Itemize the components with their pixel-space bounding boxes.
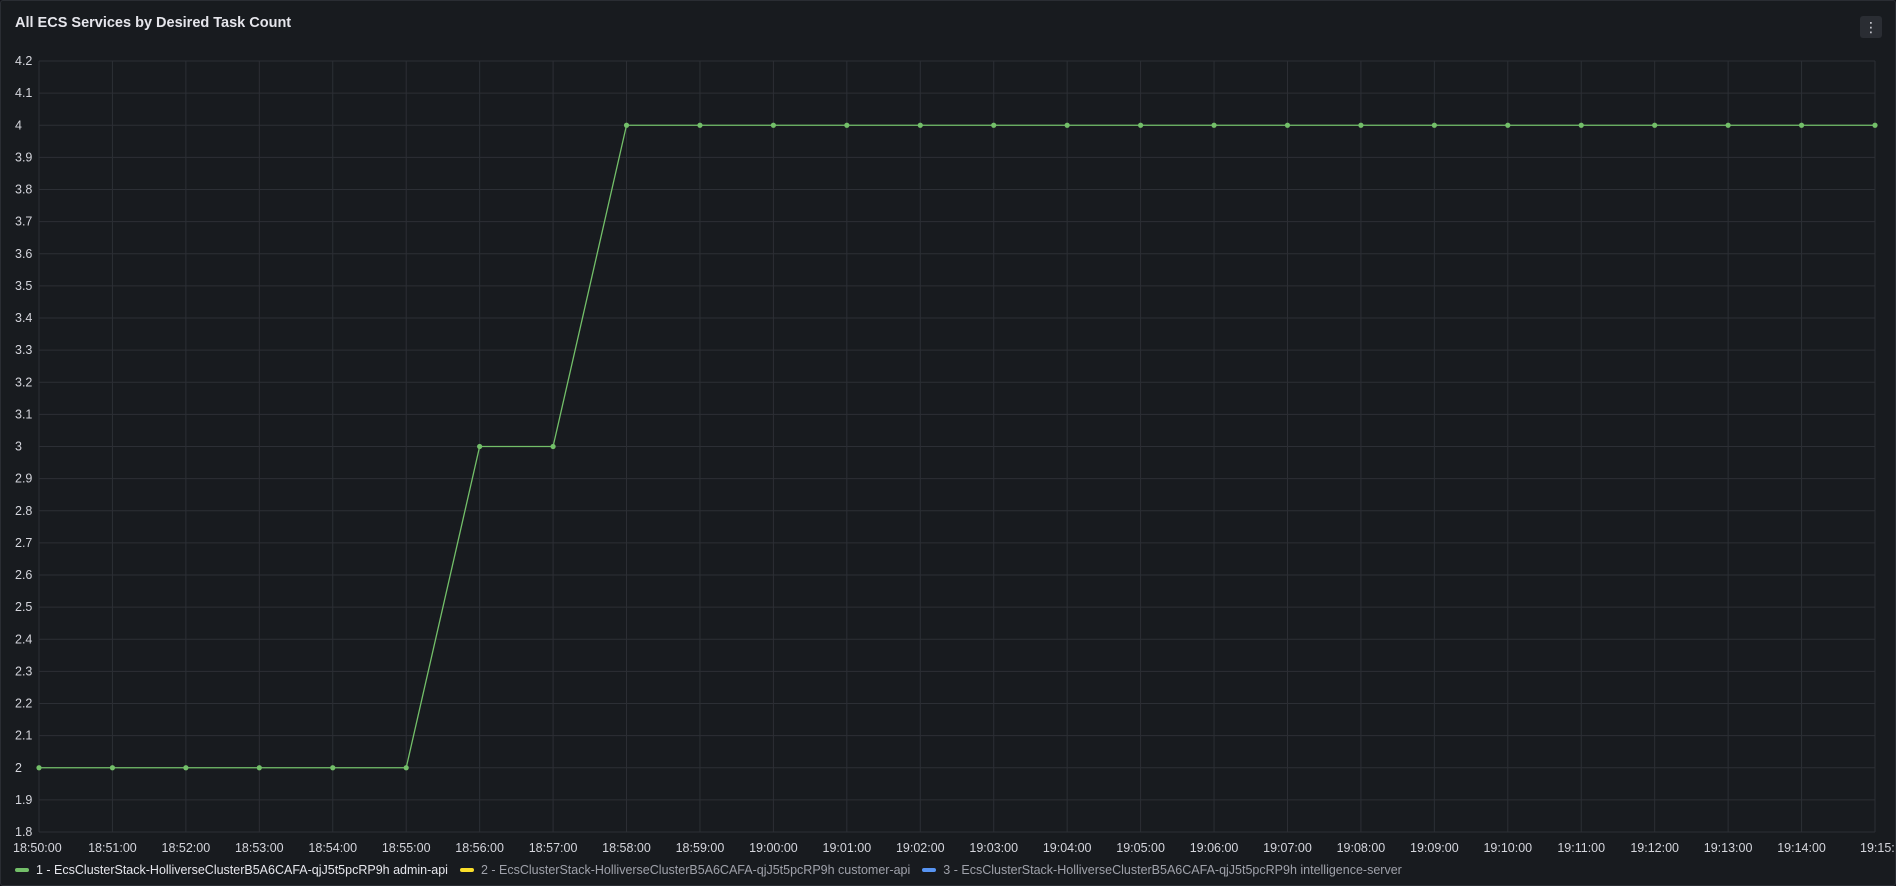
data-point (1358, 122, 1364, 128)
x-tick-label: 18:53:00 (235, 841, 284, 855)
legend-swatch-icon (459, 868, 474, 872)
y-tick-label: 2 (15, 761, 22, 775)
legend-swatch-icon (922, 868, 937, 872)
data-point (183, 765, 189, 771)
data-point (1064, 122, 1070, 128)
data-point (1872, 122, 1878, 128)
x-tick-label: 19:03:00 (969, 841, 1018, 855)
y-tick-label: 3.6 (15, 247, 32, 261)
data-point (256, 765, 262, 771)
y-tick-label: 3.1 (15, 407, 32, 421)
data-point (770, 122, 777, 128)
x-tick-label: 19:08:00 (1337, 841, 1386, 855)
x-tick-label: 19:04:00 (1043, 841, 1092, 855)
data-point (844, 122, 850, 128)
legend-item-intelligence-server[interactable]: 3 - EcsClusterStack-HolliverseClusterB5A… (922, 863, 1402, 877)
x-tick-label: 19:10:00 (1483, 841, 1532, 855)
x-tick-label: 18:56:00 (455, 841, 504, 855)
x-tick-label: 19:01:00 (823, 841, 872, 855)
line-chart: 1.8 1.9 2 2.1 2.2 2.3 2.4 2.5 2.6 2.7 2.8 2.9 3 3.1 3.… (13, 54, 1895, 855)
legend-label: 3 - EcsClusterStack-HolliverseClusterB5A… (943, 863, 1402, 877)
data-point (477, 443, 483, 450)
y-tick-label: 3.5 (15, 279, 32, 293)
x-tick-label: 19:14:00 (1777, 841, 1826, 855)
y-tick-label: 3 (15, 440, 22, 454)
y-tick-label: 2.4 (15, 632, 32, 646)
y-axis: 1.8 1.9 2 2.1 2.2 2.3 2.4 2.5 2.6 2.7 2.8 2.9 3 3.1 3.… (15, 54, 32, 839)
y-tick-label: 2.2 (15, 697, 32, 711)
data-point (1578, 122, 1584, 128)
x-tick-label: 18:50:00 (13, 841, 62, 855)
x-tick-label: 18:59:00 (676, 841, 725, 855)
y-tick-label: 3.8 (15, 183, 32, 197)
y-tick-label: 2.7 (15, 536, 32, 550)
y-tick-label: 4 (15, 118, 22, 132)
x-tick-label: 19:11:00 (1557, 841, 1605, 855)
data-point (1505, 122, 1511, 128)
legend-swatch-icon (15, 868, 29, 872)
x-tick-label: 19:12:00 (1630, 841, 1679, 855)
y-tick-label: 3.4 (15, 311, 32, 325)
x-tick-label: 18:52:00 (162, 841, 211, 855)
legend-label: 1 - EcsClusterStack-HolliverseClusterB5A… (36, 863, 448, 877)
y-tick-label: 2.1 (15, 729, 32, 743)
x-tick-label: 18:55:00 (382, 841, 431, 855)
y-tick-label: 4.2 (15, 54, 32, 68)
data-point (1138, 122, 1144, 128)
x-tick-label: 18:51:00 (88, 841, 137, 855)
x-tick-label: 19:07:00 (1263, 841, 1312, 855)
y-tick-label: 3.9 (15, 150, 32, 164)
y-tick-label: 3.3 (15, 343, 32, 357)
x-tick-label: 18:57:00 (529, 841, 578, 855)
x-tick-label: 19:05:00 (1116, 841, 1165, 855)
x-axis: 18:50:00 18:51:00 18:52:00 18:53:00 18:54:00… (13, 841, 1895, 855)
data-point (550, 443, 556, 450)
x-tick-label: 18:54:00 (308, 841, 357, 855)
x-tick-label: 19:15: (1860, 841, 1895, 855)
chart-panel: All ECS Services by Desired Task Count ⋮… (0, 0, 1896, 886)
y-tick-label: 3.2 (15, 375, 32, 389)
x-tick-label: 19:02:00 (896, 841, 945, 855)
data-point (403, 765, 409, 771)
y-tick-label: 1.9 (15, 793, 32, 807)
data-point (1798, 122, 1805, 128)
data-point (991, 122, 997, 128)
legend-item-customer-api[interactable]: 2 - EcsClusterStack-HolliverseClusterB5A… (459, 863, 911, 877)
legend: 1 - EcsClusterStack-HolliverseClusterB5A… (15, 863, 1414, 877)
y-tick-label: 3.7 (15, 215, 32, 229)
data-point (36, 765, 42, 771)
y-tick-label: 2.9 (15, 472, 32, 486)
y-tick-label: 2.6 (15, 568, 32, 582)
legend-item-admin-api[interactable]: 1 - EcsClusterStack-HolliverseClusterB5A… (15, 863, 448, 877)
data-point (109, 765, 116, 771)
data-point (697, 122, 703, 128)
legend-label: 2 - EcsClusterStack-HolliverseClusterB5A… (480, 863, 911, 877)
y-tick-label: 2.3 (15, 664, 32, 678)
data-point (917, 122, 923, 128)
chart-grid (38, 60, 1876, 833)
x-tick-label: 19:06:00 (1190, 841, 1239, 855)
x-tick-label: 18:58:00 (602, 841, 651, 855)
y-tick-label: 4.1 (15, 86, 32, 100)
data-point (1211, 122, 1217, 128)
x-tick-label: 19:00:00 (749, 841, 798, 855)
data-point (1284, 122, 1291, 128)
y-tick-label: 2.5 (15, 600, 32, 614)
y-tick-label: 2.8 (15, 504, 32, 518)
data-point (1652, 122, 1658, 128)
data-point (623, 122, 630, 128)
data-point (1431, 122, 1437, 128)
x-tick-label: 19:09:00 (1410, 841, 1459, 855)
data-point (1725, 122, 1731, 128)
x-tick-label: 19:13:00 (1704, 841, 1753, 855)
data-point (330, 765, 336, 771)
y-tick-label: 1.8 (15, 825, 32, 839)
